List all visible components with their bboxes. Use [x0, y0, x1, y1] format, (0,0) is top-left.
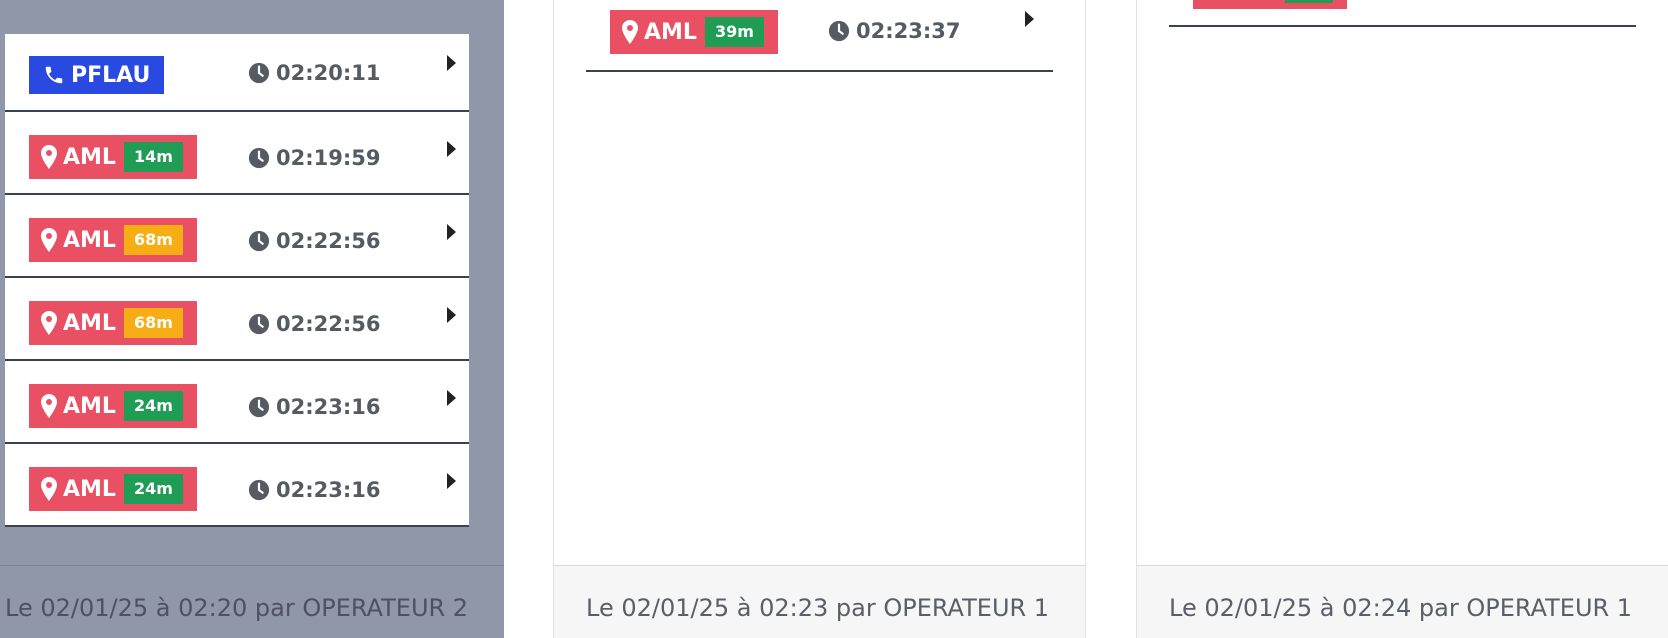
aml-label: AML — [63, 310, 116, 336]
event-time-text: 02:20:11 — [276, 61, 381, 85]
distance-badge: 24m — [123, 391, 183, 421]
map-pin-icon — [41, 228, 57, 252]
clock-icon — [248, 313, 270, 335]
map-pin-icon — [622, 20, 638, 44]
history-column-1: PFLAU 02:20:11 AML 14m 02:19:59 AML 68m … — [0, 0, 504, 638]
aml-badge: AML 14m — [29, 135, 197, 179]
clock-icon — [248, 147, 270, 169]
aml-badge: AML 68m — [29, 218, 197, 262]
aml-label: AML — [63, 476, 116, 502]
map-pin-icon — [41, 311, 57, 335]
distance-badge: 39m — [704, 17, 764, 47]
event-row[interactable]: AML 39m 02:23:37 — [586, 0, 1052, 72]
event-time-text: 02:23:16 — [276, 478, 381, 502]
clock-icon — [248, 230, 270, 252]
event-time: 02:22:56 — [248, 312, 380, 336]
aml-badge: AML 24m — [29, 467, 197, 511]
row-divider — [586, 70, 1053, 72]
event-time-text: 02:19:59 — [276, 146, 381, 170]
event-time: 02:23:16 — [248, 478, 380, 502]
event-row[interactable]: AML 68m 02:22:56 — [5, 195, 469, 278]
caret-right-icon[interactable] — [445, 306, 457, 328]
distance-badge: 68m — [123, 225, 183, 255]
clock-icon — [248, 479, 270, 501]
distance-badge: 14m — [123, 142, 183, 172]
event-time: 02:20:11 — [248, 61, 380, 85]
history-column-3: Le 02/01/25 à 02:24 par OPERATEUR 1 — [1136, 0, 1668, 638]
column-footer: Le 02/01/25 à 02:20 par OPERATEUR 2 — [0, 565, 504, 638]
map-pin-icon — [41, 394, 57, 418]
caret-right-icon[interactable] — [445, 472, 457, 494]
aml-badge: AML 39m — [610, 10, 778, 54]
event-time: 02:23:16 — [248, 395, 380, 419]
event-time: 02:19:59 — [248, 146, 380, 170]
caret-right-icon[interactable] — [445, 140, 457, 162]
row-divider — [1169, 25, 1636, 27]
aml-label: AML — [63, 227, 116, 253]
event-time: 02:23:37 — [828, 19, 960, 43]
clock-icon — [248, 396, 270, 418]
aml-label: AML — [63, 144, 116, 170]
event-time-text: 02:22:56 — [276, 312, 381, 336]
event-row[interactable]: AML 24m 02:23:16 — [5, 361, 469, 444]
aml-label: AML — [63, 393, 116, 419]
clock-icon — [248, 62, 270, 84]
event-time-text: 02:23:16 — [276, 395, 381, 419]
event-row[interactable]: AML 24m 02:23:16 — [5, 444, 469, 527]
map-pin-icon — [41, 477, 57, 501]
caret-right-icon[interactable] — [1023, 10, 1035, 32]
aml-badge-partial — [1193, 0, 1347, 9]
map-pin-icon — [41, 145, 57, 169]
column-footer: Le 02/01/25 à 02:24 par OPERATEUR 1 — [1137, 565, 1668, 638]
call-badge: PFLAU — [29, 56, 165, 94]
aml-badge: AML 68m — [29, 301, 197, 345]
aml-badge: AML 24m — [29, 384, 197, 428]
aml-label: AML — [644, 19, 697, 45]
history-column-2: AML 39m 02:23:37 Le 02/01/25 à 02:23 par… — [553, 0, 1086, 638]
distance-badge: 24m — [123, 474, 183, 504]
call-label: PFLAU — [71, 62, 151, 88]
event-row[interactable]: PFLAU 02:20:11 — [5, 34, 469, 112]
event-row[interactable]: AML 68m 02:22:56 — [5, 278, 469, 361]
event-time-text: 02:23:37 — [856, 19, 961, 43]
phone-icon — [45, 66, 63, 84]
caret-right-icon[interactable] — [445, 389, 457, 411]
column-footer: Le 02/01/25 à 02:23 par OPERATEUR 1 — [554, 565, 1085, 638]
caret-right-icon[interactable] — [445, 223, 457, 245]
distance-badge: 68m — [123, 308, 183, 338]
event-list: PFLAU 02:20:11 AML 14m 02:19:59 AML 68m … — [5, 34, 469, 527]
clock-icon — [828, 20, 850, 42]
event-row[interactable]: AML 14m 02:19:59 — [5, 112, 469, 195]
event-time: 02:22:56 — [248, 229, 380, 253]
event-time-text: 02:22:56 — [276, 229, 381, 253]
caret-right-icon[interactable] — [445, 54, 457, 76]
